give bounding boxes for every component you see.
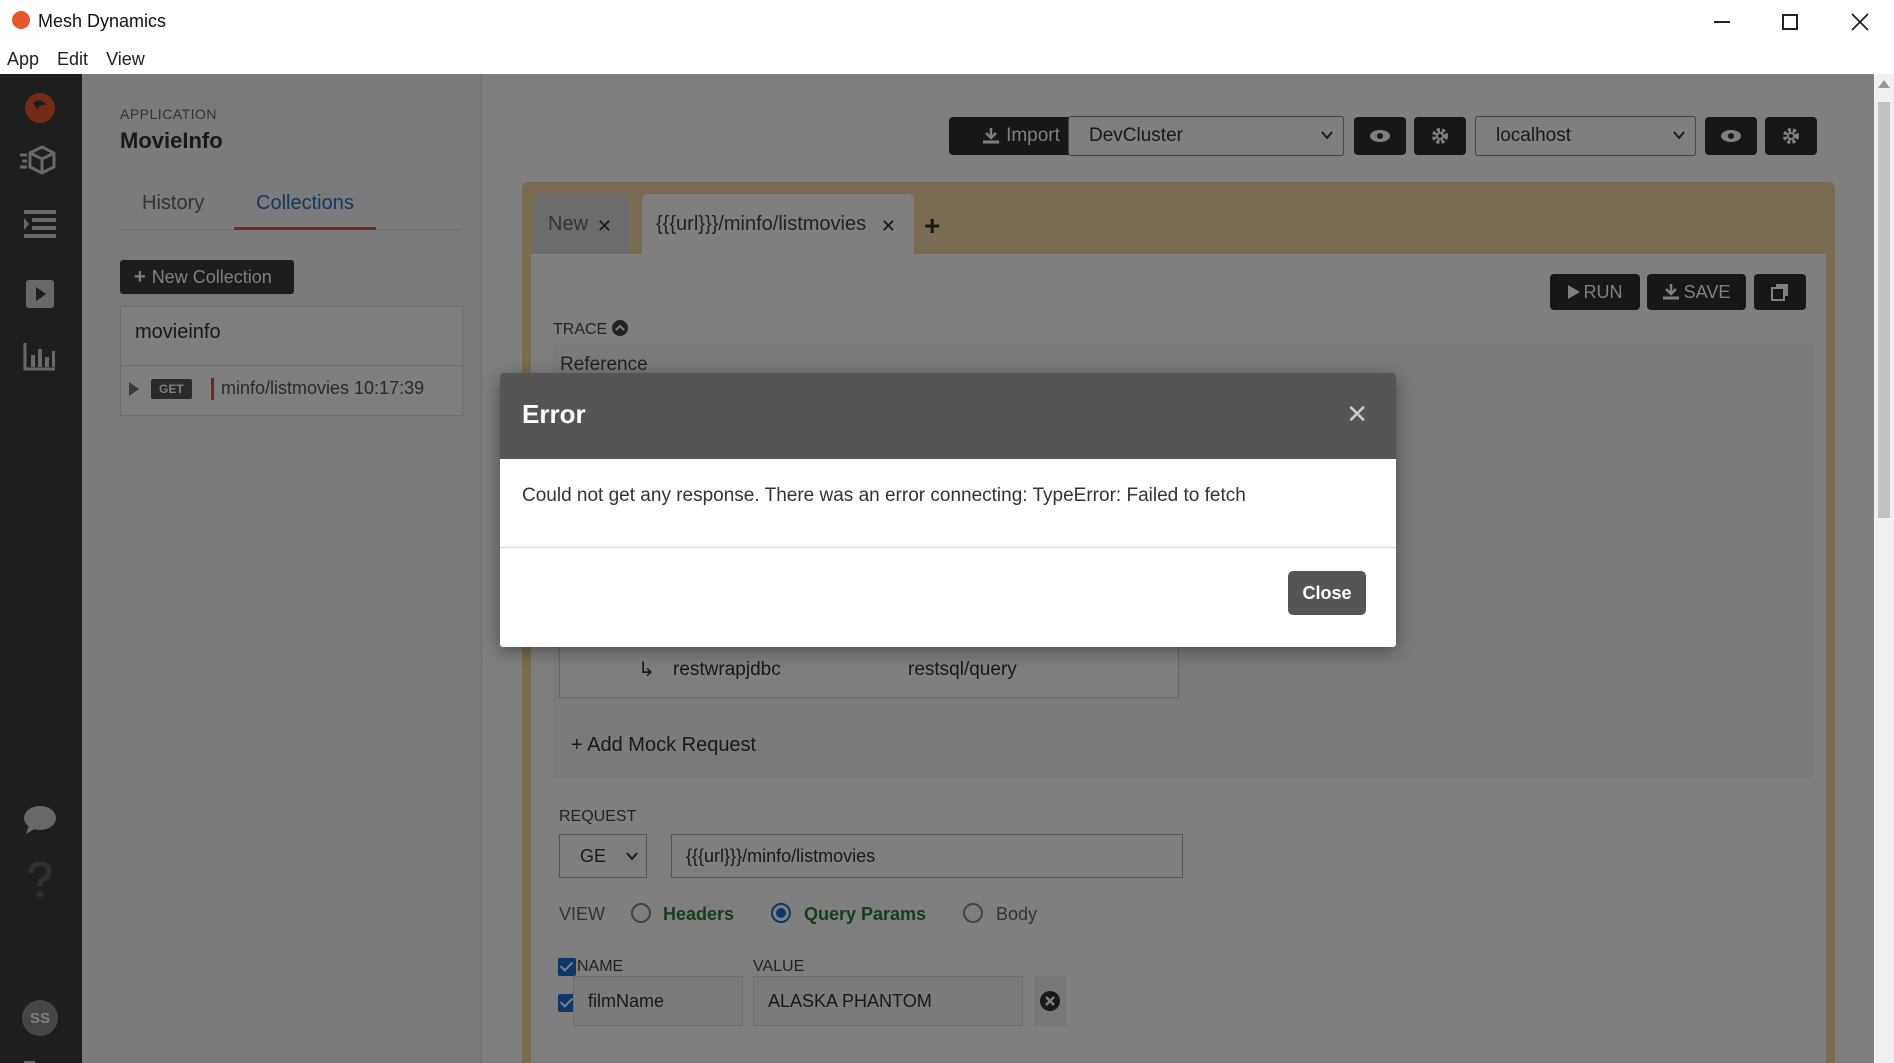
close-icon (1851, 13, 1869, 31)
minimize-icon (1714, 21, 1730, 23)
menu-edit[interactable]: Edit (57, 49, 88, 70)
close-button[interactable]: Close (1288, 571, 1366, 615)
minimize-button[interactable] (1694, 6, 1750, 38)
maximize-button[interactable] (1762, 6, 1818, 38)
app-logo-icon (12, 11, 30, 29)
window-title: Mesh Dynamics (38, 11, 167, 31)
error-dialog: Error ✕ Could not get any response. Ther… (500, 373, 1396, 647)
divider (500, 547, 1396, 548)
scroll-thumb[interactable] (1878, 102, 1890, 518)
close-window-button[interactable] (1832, 6, 1888, 38)
menu-bar: App Edit View (0, 44, 1894, 74)
title-bar: Mesh Dynamics (0, 0, 1894, 44)
close-dialog-icon[interactable]: ✕ (1346, 399, 1368, 430)
maximize-icon (1782, 14, 1798, 30)
menu-view[interactable]: View (106, 49, 145, 70)
dialog-title: Error (522, 399, 586, 429)
dialog-header: Error ✕ (500, 373, 1396, 459)
menu-app[interactable]: App (7, 49, 39, 70)
error-message: Could not get any response. There was an… (522, 485, 1246, 506)
vertical-scrollbar[interactable] (1874, 74, 1894, 1063)
scroll-up-arrow-icon[interactable] (1878, 80, 1890, 88)
